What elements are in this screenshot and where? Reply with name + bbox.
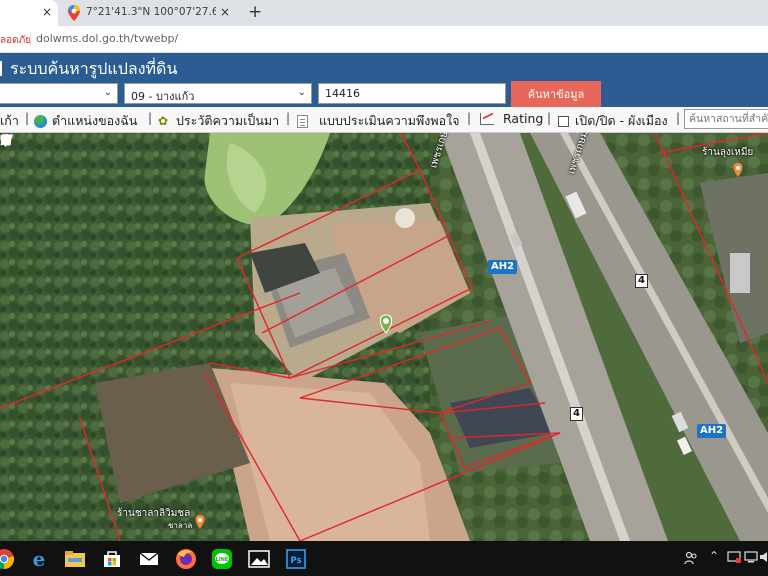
parcel-number-input[interactable] (318, 83, 506, 104)
browser-tab-google-maps[interactable]: 7°21'41.3"N 100°07'27.6"E - Goo × (58, 0, 240, 26)
polyline-tool-icon[interactable] (0, 135, 35, 149)
satellite-imagery (0, 133, 768, 541)
chevron-down-icon: ⌄ (297, 87, 306, 98)
circle-tool-icon[interactable] (1, 135, 71, 149)
address-divider (30, 32, 31, 46)
sprout-icon: ✿ (158, 113, 169, 128)
tab-title: 7°21'41.3"N 100°07'27.6"E - Goo (86, 6, 216, 18)
browser-tab-strip: × 7°21'41.3"N 100°07'27.6"E - Goo × + (0, 0, 768, 26)
rectangle-tool-icon[interactable] (1, 135, 53, 149)
page-title-text: ระบบค้นหารูปแปลงที่ดิน (10, 59, 178, 78)
poi-sub-label: ชาลาล (168, 521, 193, 530)
menu-divider: | (25, 111, 30, 125)
menu-divider: | (467, 111, 472, 125)
parcel-search-form: ⌄ 09 - บางแก้ว ⌄ ค้นหาข้อมูล (0, 81, 768, 107)
svg-text:LINE: LINE (216, 557, 229, 563)
asian-highway-label: AH2 (488, 260, 518, 274)
menu-rating-label: Rating (503, 111, 544, 126)
store-icon[interactable] (100, 547, 124, 571)
network-icon[interactable] (744, 551, 758, 566)
search-button[interactable]: ค้นหาข้อมูล (511, 81, 601, 107)
menu-survey-label: แบบประเมินความพึงพอใจ (319, 113, 460, 128)
menu-toggle-plan-label: เปิด/ปิด - ผังเมือง (575, 113, 668, 128)
tab-close-icon[interactable]: × (42, 6, 52, 18)
edge-icon[interactable]: e (27, 547, 51, 571)
district-select-value: 09 - บางแก้ว (131, 90, 195, 103)
district-select[interactable]: 09 - บางแก้ว ⌄ (124, 83, 312, 104)
address-bar[interactable]: ลอดภัย dolwms.dol.go.th/tvwebp/ (0, 26, 768, 53)
windows-taskbar: e LINE Ps ⌃ (0, 541, 768, 576)
menu-rating[interactable]: Rating (480, 111, 543, 126)
draw-toolbar (0, 134, 89, 150)
province-select[interactable]: ⌄ (0, 83, 118, 104)
menu-bar: เก้า | ตำแหน่งของฉัน | ✿ ประวัติความเป็นม… (0, 107, 768, 133)
menu-divider: | (676, 111, 681, 125)
highway-number-label: 4 (635, 274, 648, 288)
poi-label[interactable]: ร้านลุงเหมีย (702, 145, 753, 160)
chart-icon (480, 112, 494, 125)
line-icon[interactable]: LINE (210, 547, 234, 571)
new-tab-button[interactable]: + (248, 3, 262, 21)
menu-divider: | (148, 111, 153, 125)
menu-history[interactable]: ✿ ประวัติความเป็นมา (158, 111, 279, 131)
site-header: ระบบค้นหารูปแปลงที่ดิน (0, 53, 768, 81)
notification-icon[interactable] (727, 551, 741, 566)
city-plan-checkbox[interactable] (558, 115, 569, 127)
mail-icon[interactable] (137, 547, 161, 571)
photos-icon[interactable] (247, 547, 271, 571)
browser-tab-active[interactable]: × (0, 0, 58, 26)
menu-divider: | (547, 111, 552, 125)
chrome-icon[interactable] (0, 547, 16, 571)
highway-number-label: 4 (570, 407, 583, 421)
document-icon (297, 114, 308, 128)
firefox-icon[interactable] (174, 547, 198, 571)
menu-toggle-plan[interactable]: เปิด/ปิด - ผังเมือง (558, 111, 668, 131)
map-view[interactable]: เพชรเกษม เพชรเกษม 4 4 AH2 AH2 ร้านลุงเหม… (0, 133, 768, 541)
tab-close-icon[interactable]: × (220, 6, 230, 18)
volume-icon[interactable] (759, 551, 768, 566)
title-bar-divider (0, 61, 2, 76)
place-search-input[interactable] (684, 109, 768, 129)
globe-icon (34, 114, 47, 128)
menu-home-label: เก้า (0, 113, 19, 128)
people-icon[interactable] (684, 551, 698, 568)
file-explorer-icon[interactable] (63, 547, 87, 571)
url-text[interactable]: dolwms.dol.go.th/tvwebp/ (36, 32, 178, 45)
menu-home[interactable]: เก้า (0, 111, 19, 131)
security-indicator[interactable]: ลอดภัย (0, 33, 31, 48)
menu-survey[interactable]: แบบประเมินความพึงพอใจ (297, 111, 460, 131)
polygon-tool-icon[interactable] (0, 134, 89, 149)
google-maps-icon (68, 5, 80, 21)
photoshop-icon[interactable]: Ps (284, 547, 308, 571)
chevron-down-icon: ⌄ (103, 87, 112, 98)
asian-highway-label: AH2 (697, 424, 727, 438)
svg-text:Ps: Ps (290, 556, 301, 566)
chevron-up-icon[interactable]: ⌃ (709, 549, 719, 563)
menu-divider: | (286, 111, 291, 125)
menu-history-label: ประวัติความเป็นมา (176, 113, 280, 128)
menu-my-location-label: ตำแหน่งของฉัน (52, 113, 138, 128)
page-title: ระบบค้นหารูปแปลงที่ดิน (0, 57, 177, 82)
menu-my-location[interactable]: ตำแหน่งของฉัน (34, 111, 137, 131)
